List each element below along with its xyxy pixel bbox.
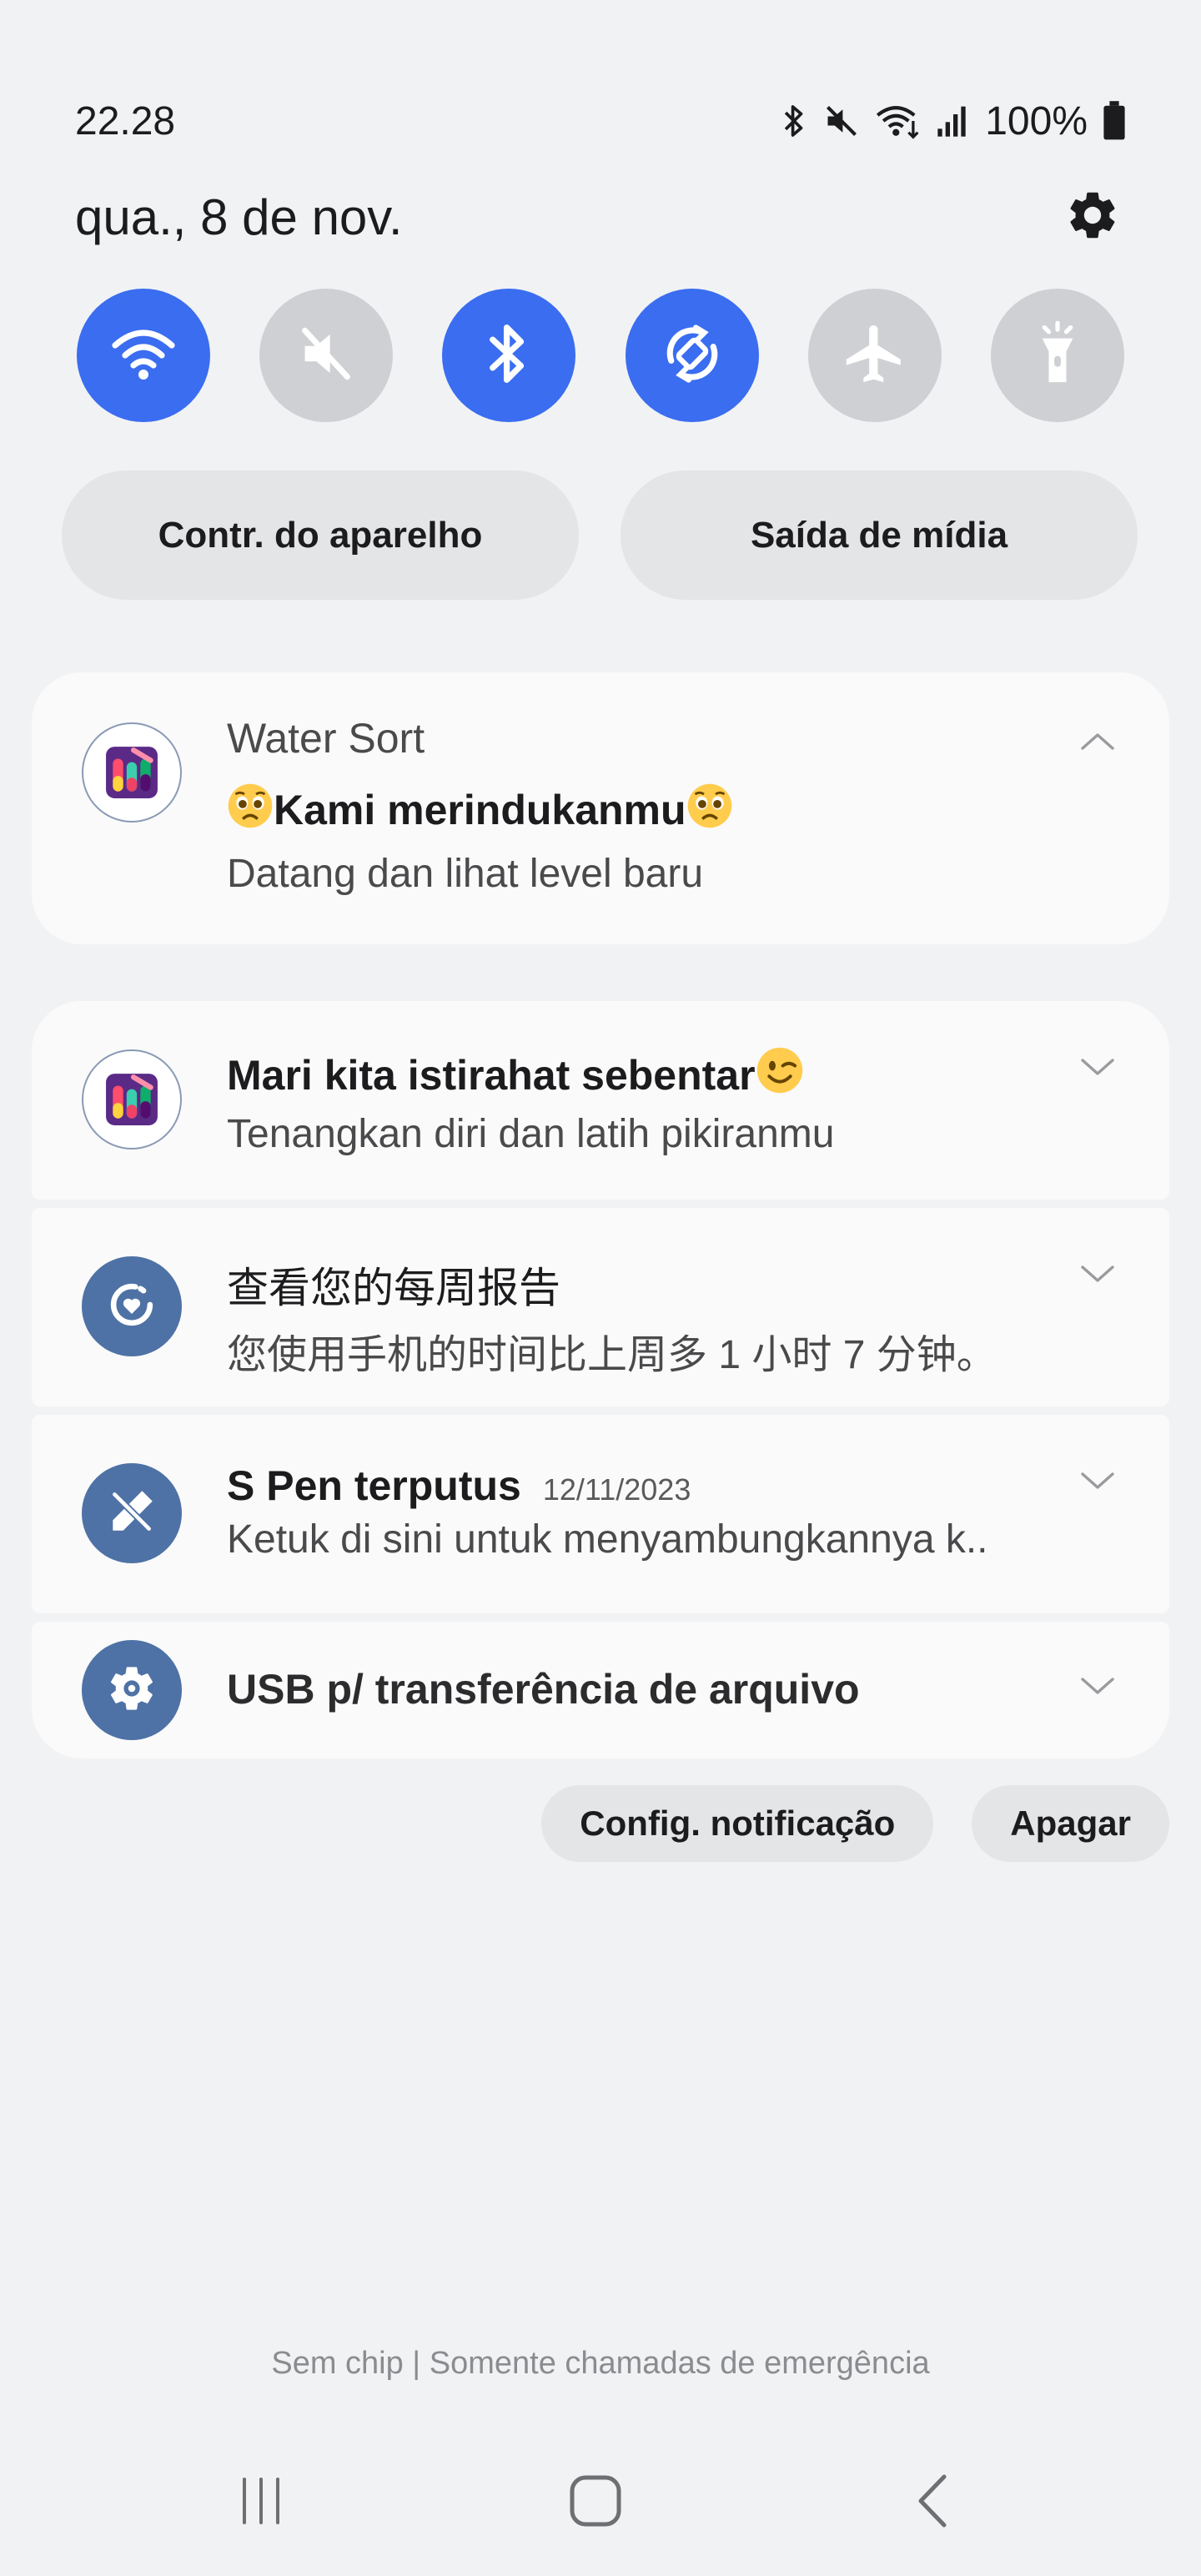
notification-title: Mari kita istirahat sebentar <box>227 1052 756 1099</box>
wellbeing-icon <box>103 1275 161 1338</box>
water-sort-icon <box>106 747 158 798</box>
navigation-bar <box>0 2469 1201 2536</box>
notification-body: Datang dan lihat level baru <box>227 852 704 896</box>
notification-text: USB p/ transferência de arquivo <box>227 1665 1053 1713</box>
notification-title-row: Kami merindukanmu <box>227 782 1053 839</box>
gear-icon <box>1064 187 1121 248</box>
spen-app-icon <box>82 1463 182 1563</box>
notification-text: 查看您的每周报告 您使用手机的时间比上周多 1 小时 7 分钟。 <box>227 1255 1053 1380</box>
notification-date: 12/11/2023 <box>542 1472 691 1507</box>
expand-button[interactable] <box>1073 1663 1123 1713</box>
mute-icon <box>823 103 860 139</box>
expand-button[interactable] <box>1073 1458 1123 1508</box>
chevron-down-icon <box>1079 1264 1116 1290</box>
toggle-sound[interactable] <box>259 289 394 422</box>
clear-button[interactable]: Apagar <box>972 1785 1169 1862</box>
media-output-button[interactable]: Saída de mídia <box>621 470 1138 600</box>
notification-break-reminder[interactable]: Mari kita istirahat sebentar Tenangkan d… <box>32 1001 1169 1200</box>
notification-text: S Pen terputus 12/11/2023 Ketuk di sini u… <box>227 1462 1053 1562</box>
mute-icon <box>295 323 357 389</box>
expand-button[interactable] <box>1073 1044 1123 1094</box>
status-bar: 22.28 100% <box>75 92 1126 150</box>
flashlight-icon <box>1031 319 1084 393</box>
status-time: 22.28 <box>75 98 176 143</box>
toggle-bluetooth[interactable] <box>442 289 576 422</box>
recent-apps-button[interactable] <box>211 2469 311 2536</box>
gear-icon <box>105 1662 158 1719</box>
winking-face-icon <box>756 1046 804 1104</box>
notification-actions: Config. notificação Apagar <box>541 1785 1169 1862</box>
settings-button[interactable] <box>1059 184 1126 250</box>
wifi-icon <box>110 325 177 387</box>
water-sort-app-icon <box>82 722 182 823</box>
signal-icon <box>937 104 970 138</box>
notification-text: Water Sort Kami merindukanmu Datang dan … <box>227 714 1053 897</box>
notification-panel: 22.28 100% qua., 8 de nov. Contr. do apa… <box>0 0 1201 2576</box>
notification-title: USB p/ transferência de arquivo <box>227 1666 860 1713</box>
notification-title-row: S Pen terputus 12/11/2023 <box>227 1462 1053 1510</box>
collapse-button[interactable] <box>1073 717 1123 767</box>
android-system-app-icon <box>82 1640 182 1740</box>
back-icon <box>914 2473 951 2533</box>
pill-buttons: Contr. do aparelho Saída de mídia <box>62 470 1138 600</box>
toggle-wifi[interactable] <box>77 289 210 422</box>
bluetooth-icon <box>485 319 533 392</box>
chevron-down-icon <box>1079 1057 1116 1083</box>
spen-disconnected-icon <box>104 1484 159 1543</box>
auto-rotate-icon <box>657 319 727 393</box>
bluetooth-icon <box>780 102 808 140</box>
date-row: qua., 8 de nov. <box>75 184 1126 250</box>
notification-app-name: Water Sort <box>227 715 425 762</box>
expand-button[interactable] <box>1073 1251 1123 1301</box>
notification-body: Tenangkan diri dan latih pikiranmu <box>227 1112 835 1156</box>
wifi-sync-icon <box>875 103 922 139</box>
status-icons: 100% <box>780 98 1126 144</box>
chevron-down-icon <box>1079 1676 1116 1702</box>
toggle-flashlight[interactable] <box>990 289 1124 422</box>
notification-settings-button[interactable]: Config. notificação <box>541 1785 934 1862</box>
notification-water-sort[interactable]: Water Sort Kami merindukanmu Datang dan … <box>32 672 1169 944</box>
carrier-status: Sem chip | Somente chamadas de emergênci… <box>271 2346 930 2381</box>
notification-text: Mari kita istirahat sebentar Tenangkan d… <box>227 1046 1053 1157</box>
chevron-down-icon <box>1079 1471 1116 1497</box>
notification-title: Kami merindukanmu <box>274 787 686 833</box>
battery-icon <box>1103 101 1126 141</box>
recent-apps-icon <box>236 2476 286 2530</box>
notification-usb[interactable]: USB p/ transferência de arquivo <box>32 1622 1169 1758</box>
notification-spen[interactable]: S Pen terputus 12/11/2023 Ketuk di sini u… <box>32 1415 1169 1613</box>
date-label: qua., 8 de nov. <box>75 189 403 245</box>
pleading-face-icon <box>686 782 733 839</box>
notification-title: 查看您的每周报告 <box>227 1265 560 1311</box>
pleading-face-icon <box>227 782 274 839</box>
chevron-up-icon <box>1079 730 1116 756</box>
battery-percent: 100% <box>985 98 1088 143</box>
notification-title: S Pen terputus <box>227 1462 521 1509</box>
water-sort-icon <box>106 1074 158 1125</box>
toggle-airplane[interactable] <box>807 289 942 422</box>
back-button[interactable] <box>882 2469 982 2536</box>
digital-wellbeing-app-icon <box>82 1256 182 1356</box>
notification-body: 您使用手机的时间比上周多 1 小时 7 分钟。 <box>227 1333 997 1377</box>
notification-body: Ketuk di sini untuk menyambungkannya k.. <box>227 1517 988 1562</box>
notification-weekly-report[interactable]: 查看您的每周报告 您使用手机的时间比上周多 1 小时 7 分钟。 <box>32 1208 1169 1406</box>
device-control-button[interactable]: Contr. do aparelho <box>62 470 579 600</box>
notification-title-row: Mari kita istirahat sebentar <box>227 1046 1053 1104</box>
airplane-icon <box>841 319 909 392</box>
quick-toggles <box>77 289 1124 422</box>
home-icon <box>569 2474 622 2532</box>
toggle-auto-rotate[interactable] <box>625 289 759 422</box>
water-sort-app-icon <box>82 1049 182 1150</box>
home-button[interactable] <box>545 2469 646 2536</box>
